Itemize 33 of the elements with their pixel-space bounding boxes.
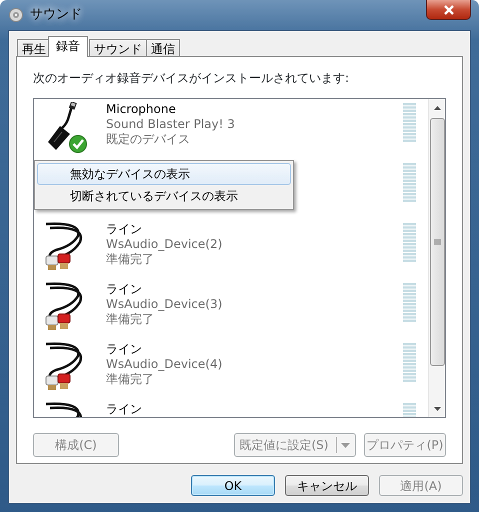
level-meter <box>403 163 416 203</box>
button[interactable]: キャンセル <box>285 475 369 496</box>
device-description: WsAudio_Device(2) <box>106 237 222 252</box>
speaker-icon <box>8 7 24 23</box>
device-status: 準備完了 <box>106 252 155 267</box>
device-status: 準備完了 <box>106 312 155 327</box>
level-meter <box>403 343 416 383</box>
tab[interactable]: 通信 <box>146 39 180 57</box>
caret-icon <box>341 442 350 448</box>
window-title: サウンド <box>30 6 82 24</box>
close-button[interactable] <box>426 0 471 20</box>
device-description: WsAudio_Device(3) <box>106 297 222 312</box>
device-name: ライン <box>106 342 143 357</box>
list-heading: 次のオーディオ録音デバイスがインストールされています: <box>33 70 350 87</box>
menu-item[interactable]: 無効なデバイスの表示 <box>37 163 291 185</box>
tab[interactable]: サウンド <box>89 39 147 57</box>
level-meter <box>403 283 416 323</box>
button[interactable]: OK <box>191 475 275 496</box>
menu-item[interactable]: 切断されているデバイスの表示 <box>37 185 291 207</box>
scrollbar[interactable] <box>428 99 445 417</box>
level-meter <box>403 223 416 263</box>
device-status: 準備完了 <box>106 372 155 387</box>
scroll-thumb[interactable] <box>430 118 444 366</box>
device-name: Microphone <box>106 102 177 117</box>
device-description: WsAudio_Device(4) <box>106 357 222 372</box>
level-meter <box>403 103 416 143</box>
device-name: ライン <box>106 402 142 417</box>
device-description: Sound Blaster Play! 3 <box>106 117 235 132</box>
device-name: ライン <box>106 222 143 237</box>
tab[interactable]: 録音 <box>48 36 88 57</box>
device-status: 既定のデバイス <box>106 132 191 147</box>
close-icon <box>442 4 454 14</box>
device-name: ライン <box>106 282 143 297</box>
